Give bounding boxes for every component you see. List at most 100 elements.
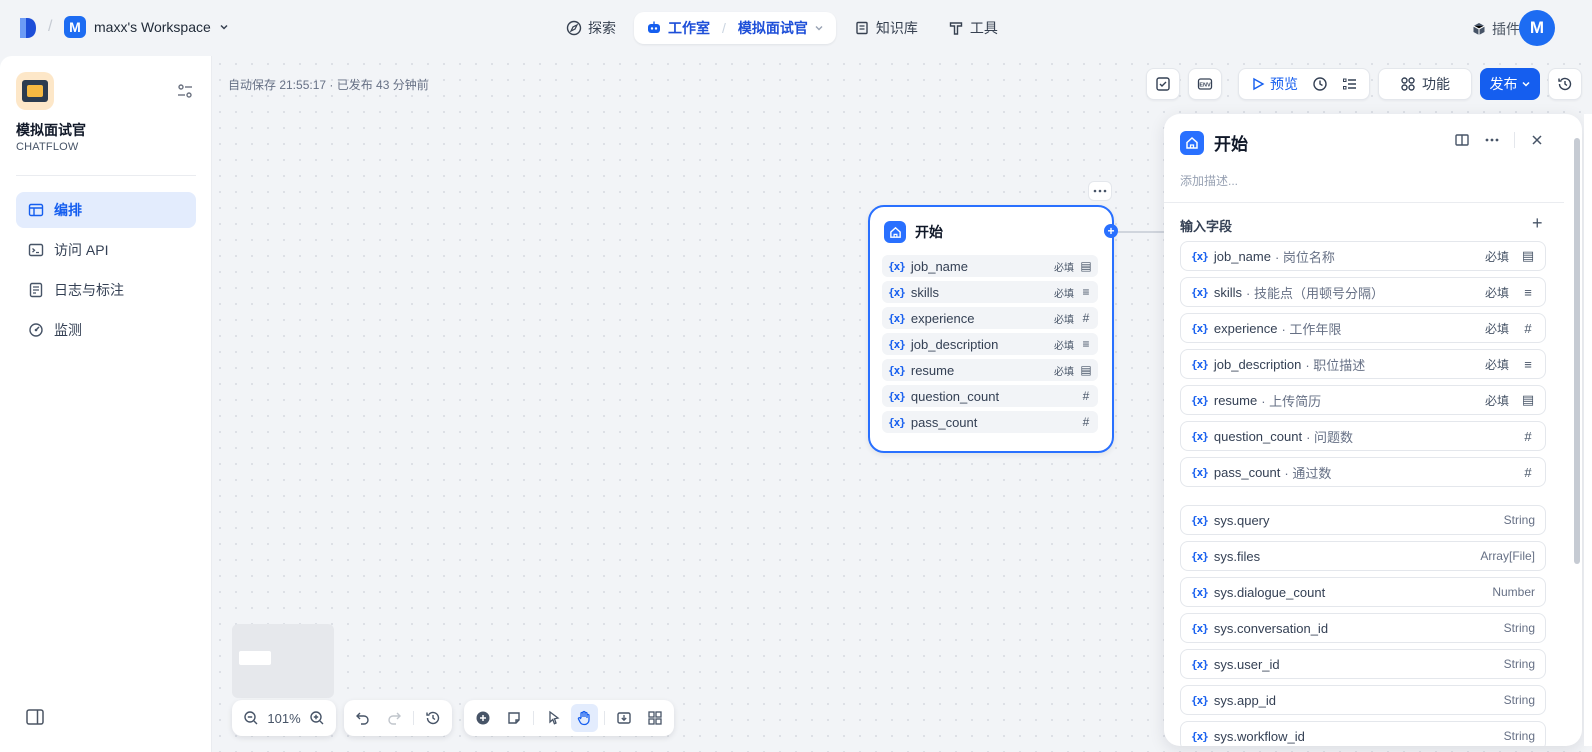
- variable-icon: {x}: [1191, 429, 1209, 443]
- env-button[interactable]: ENV: [1188, 68, 1222, 100]
- variable-icon: {x}: [1191, 465, 1209, 479]
- workflow-history-button[interactable]: [420, 704, 446, 732]
- node-field-row[interactable]: {x} job_description 必填 ≡: [882, 333, 1098, 355]
- sidebar-item-monitor[interactable]: 监测: [16, 312, 196, 348]
- zoom-level[interactable]: 101%: [267, 711, 300, 726]
- book-open-icon[interactable]: [1454, 132, 1470, 148]
- sidebar-item-api[interactable]: 访问 API: [16, 232, 196, 268]
- sidebar-collapse-icon[interactable]: [26, 709, 44, 725]
- description-input[interactable]: 添加描述...: [1180, 172, 1238, 189]
- input-field-row[interactable]: {x} resume · 上传简历 必填 ▤: [1180, 385, 1546, 415]
- field-label: · 上传简历: [1261, 393, 1322, 409]
- panel-actions: [1454, 132, 1545, 148]
- node-field-row[interactable]: {x} job_name 必填 ▤: [882, 255, 1098, 277]
- app-title: 模拟面试官: [16, 122, 86, 138]
- node-field-row[interactable]: {x} resume 必填 ▤: [882, 359, 1098, 381]
- app-icon: [16, 72, 54, 110]
- workspace-switcher[interactable]: M maxx's Workspace: [64, 16, 229, 38]
- start-node[interactable]: 开始 {x} job_name 必填 ▤ {x} skills 必填 ≡ {x} experien…: [868, 205, 1114, 453]
- features-label: 功能: [1422, 76, 1450, 92]
- run-history-icon[interactable]: [1312, 76, 1328, 92]
- input-field-row[interactable]: {x} skills · 技能点（用顿号分隔） 必填 ≡: [1180, 277, 1546, 307]
- node-field-row[interactable]: {x} experience 必填 #: [882, 307, 1098, 329]
- input-field-row[interactable]: {x} experience · 工作年限 必填 #: [1180, 313, 1546, 343]
- chevron-down-icon[interactable]: [814, 23, 824, 33]
- workspace-avatar: M: [64, 16, 86, 38]
- list-check-icon[interactable]: [1342, 76, 1358, 92]
- undo-button[interactable]: [350, 704, 376, 732]
- input-field-row[interactable]: {x} question_count · 问题数 #: [1180, 421, 1546, 451]
- field-name: skills: [1213, 284, 1243, 300]
- input-field-row[interactable]: {x} job_name · 岗位名称 必填 ▤: [1180, 241, 1546, 271]
- field-label: · 工作年限: [1281, 321, 1342, 337]
- panel-title[interactable]: 开始: [1214, 130, 1248, 155]
- minimap[interactable]: [232, 624, 334, 698]
- add-field-button[interactable]: +: [1532, 213, 1543, 234]
- version-history-button[interactable]: [1548, 68, 1582, 100]
- chevron-down-icon: [220, 24, 228, 30]
- node-title: 开始: [915, 224, 943, 240]
- variable-icon: {x}: [1191, 393, 1209, 407]
- organize-blocks-button[interactable]: [641, 704, 668, 732]
- home-icon: [884, 221, 906, 243]
- zoom-out-button[interactable]: [238, 704, 263, 732]
- node-field-row[interactable]: {x} skills 必填 ≡: [882, 281, 1098, 303]
- input-field-row[interactable]: {x} job_description · 职位描述 必填 ≡: [1180, 349, 1546, 379]
- nav-explore[interactable]: 探索: [554, 12, 628, 44]
- nav-explore-label: 探索: [588, 20, 616, 36]
- system-variable-row: {x} sys.dialogue_count Number: [1180, 577, 1546, 607]
- sidebar-item-logs[interactable]: 日志与标注: [16, 272, 196, 308]
- add-next-node-handle[interactable]: +: [1104, 224, 1118, 238]
- redo-button[interactable]: [380, 704, 406, 732]
- gauge-icon: [29, 323, 43, 337]
- add-note-button[interactable]: [501, 704, 528, 732]
- nav-knowledge[interactable]: 知识库: [842, 12, 930, 44]
- publish-button[interactable]: 发布: [1480, 68, 1540, 100]
- field-type-icon: #: [1524, 428, 1532, 444]
- close-icon[interactable]: [1529, 132, 1545, 148]
- required-badge: 必填: [1484, 285, 1509, 300]
- sidebar-item-orchestrate[interactable]: 编排: [16, 192, 196, 228]
- divider: [1514, 132, 1515, 148]
- plugins-button[interactable]: 插件: [1472, 19, 1520, 39]
- panel-scrollbar[interactable]: [1574, 138, 1580, 564]
- nav-tools[interactable]: 工具: [936, 12, 1010, 44]
- system-variable-row: {x} sys.app_id String: [1180, 685, 1546, 715]
- variable-icon: {x}: [1191, 249, 1209, 263]
- play-icon: [1253, 77, 1265, 91]
- field-type-icon: #: [1524, 464, 1532, 480]
- variable-icon: {x}: [888, 311, 906, 325]
- system-variable-name: sys.workflow_id: [1213, 728, 1305, 744]
- more-horizontal-icon[interactable]: [1484, 132, 1500, 148]
- settings-sliders-icon[interactable]: [176, 82, 194, 100]
- nav-tools-label: 工具: [969, 20, 998, 36]
- field-name: pass_count: [1213, 464, 1281, 480]
- node-field-row[interactable]: {x} question_count #: [882, 385, 1098, 407]
- system-variable-type: String: [1503, 693, 1535, 707]
- export-image-button[interactable]: [611, 704, 638, 732]
- hand-mode-button[interactable]: [571, 704, 598, 732]
- app-type: CHATFLOW: [16, 141, 79, 153]
- sticky-note-icon: [508, 712, 520, 724]
- nav-app-name[interactable]: 模拟面试官: [738, 18, 808, 38]
- checklist-button[interactable]: [1146, 68, 1180, 100]
- dify-logo-icon[interactable]: [18, 16, 38, 40]
- variable-icon: {x}: [1191, 657, 1209, 671]
- preview-button[interactable]: 预览: [1250, 74, 1298, 94]
- field-type-icon: ▤: [1521, 248, 1535, 263]
- nav-studio[interactable]: 工作室 / 模拟面试官: [634, 12, 836, 44]
- user-avatar[interactable]: M: [1519, 10, 1555, 46]
- plugins-label: 插件: [1492, 21, 1520, 37]
- logs-icon: [29, 282, 43, 298]
- node-field-row[interactable]: {x} pass_count #: [882, 411, 1098, 433]
- cube-icon: [1473, 23, 1485, 35]
- add-node-button[interactable]: [470, 704, 497, 732]
- input-field-row[interactable]: {x} pass_count · 通过数 #: [1180, 457, 1546, 487]
- node-more-button[interactable]: [1088, 181, 1112, 201]
- features-button[interactable]: 功能: [1378, 68, 1472, 100]
- zoom-in-button[interactable]: [305, 704, 330, 732]
- pointer-mode-button[interactable]: [540, 704, 567, 732]
- variable-icon: {x}: [1191, 621, 1209, 635]
- required-badge: 必填: [1484, 357, 1509, 372]
- nav-knowledge-label: 知识库: [875, 20, 918, 36]
